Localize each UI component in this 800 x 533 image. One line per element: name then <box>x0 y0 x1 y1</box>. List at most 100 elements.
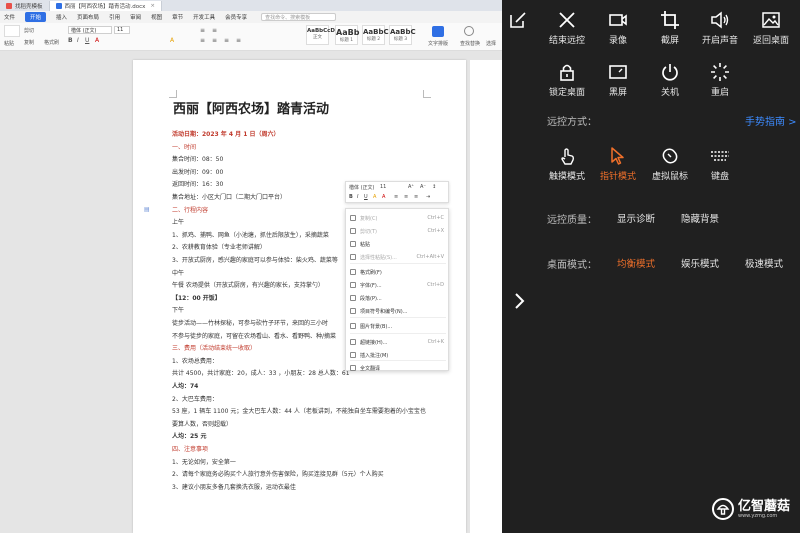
style-name: 标题 3 <box>393 37 408 42</box>
context-menu-item[interactable]: 图片背景(B)... <box>346 321 450 331</box>
tab-template[interactable]: 找稻壳模板 <box>0 1 50 11</box>
shrink-font-icon[interactable]: A⁻ <box>420 184 426 190</box>
grow-font-icon[interactable]: A⁺ <box>408 184 414 190</box>
crop-icon <box>661 11 679 29</box>
watermark-text: 亿智蘑菇 <box>738 498 791 514</box>
style-heading-1[interactable]: AaBb 标题 1 <box>335 25 359 45</box>
keyboard-label: 键盘 <box>710 172 729 182</box>
menu-layout[interactable]: 页面布局 <box>77 13 99 21</box>
context-menu-item[interactable]: 字体(F)... Ctrl+D <box>346 280 450 290</box>
mini-indent-icon[interactable]: ⇥ <box>426 194 430 200</box>
mini-underline-icon[interactable]: U <box>364 194 368 200</box>
menu-references[interactable]: 引用 <box>109 13 120 21</box>
black-screen-label: 黑屏 <box>608 88 627 98</box>
chevron-right-icon[interactable] <box>512 292 526 310</box>
align-left-icon[interactable]: ≡ <box>200 37 205 44</box>
document-line: 中午 <box>172 269 185 277</box>
menu-insert[interactable]: 插入 <box>56 13 67 21</box>
paste-button[interactable]: 粘贴 <box>4 40 14 47</box>
black-screen-button[interactable]: 黑屏 <box>588 62 648 98</box>
format-painter-button[interactable]: 格式刷 <box>44 39 59 46</box>
context-menu-item[interactable]: 剪切(T) Ctrl+X <box>346 226 450 236</box>
quality-label: 远控质量： <box>547 215 597 226</box>
bullet-list-icon[interactable]: ≡ <box>200 27 205 34</box>
style-heading-3[interactable]: AaBbC 标题 3 <box>389 25 416 45</box>
context-menu-item[interactable]: 选择性粘贴(S)... Ctrl+Alt+V <box>346 252 450 262</box>
mini-bold-icon[interactable]: B <box>349 194 353 200</box>
cut-button[interactable]: 剪切 <box>24 27 34 34</box>
font-name-select[interactable]: 楷体 (正文) <box>68 26 112 34</box>
menu-review[interactable]: 审阅 <box>130 13 141 21</box>
tab-document[interactable]: 西丽【阿西农场】踏青活动.docx × <box>49 1 163 11</box>
menu-view[interactable]: 视图 <box>151 13 162 21</box>
context-menu-item[interactable]: 项目符号和编号(N)... <box>346 306 450 316</box>
context-menu: 复制(C) Ctrl+C 剪切(T) Ctrl+X 粘贴 选择性粘贴(S)... Ctrl+… <box>345 208 450 373</box>
mini-align-icon[interactable]: ≡ <box>394 194 398 200</box>
select-button[interactable]: 选择 <box>486 40 496 47</box>
underline-icon[interactable]: U <box>85 37 89 44</box>
template-icon <box>6 3 12 9</box>
speed-mode-option[interactable]: 极速模式 <box>745 256 783 270</box>
font-size-select[interactable]: 11 <box>114 26 130 34</box>
gesture-guide-link[interactable]: 手势指南 > <box>745 113 797 128</box>
mini-bullet-icon[interactable]: ≡ <box>414 194 418 200</box>
command-search-input[interactable]: 查找命令、搜索模板 <box>261 13 337 21</box>
menu-member[interactable]: 会员专享 <box>225 13 247 21</box>
pointer-mode-button[interactable]: 指针模式 <box>588 146 648 182</box>
document-line: 2、请每个家庭务必购买个人旅行意外伤害保险，购买连接见群（5元）个人购买 <box>172 471 384 479</box>
style-heading-2[interactable]: AaBbC 标题 2 <box>362 25 389 45</box>
highlight-icon[interactable]: A <box>170 37 174 44</box>
hide-background-option[interactable]: 隐藏背景 <box>681 211 719 225</box>
document-line: 集合地址：小区大门口（二期大门口平台） <box>172 194 287 201</box>
close-icon[interactable]: × <box>150 3 155 9</box>
bold-icon[interactable]: B <box>68 37 73 44</box>
menu-separator <box>350 317 446 318</box>
edit-icon <box>510 12 526 28</box>
menu-file[interactable]: 文件 <box>4 13 15 21</box>
restart-button[interactable]: 重启 <box>690 62 750 98</box>
text-layout-button[interactable]: 文字排版 <box>428 40 448 47</box>
document-line: 二、行程内容 <box>172 206 209 214</box>
align-right-icon[interactable]: ≡ <box>224 37 229 44</box>
paragraph-handle-icon[interactable]: ▤ <box>144 206 150 213</box>
menu-developer[interactable]: 开发工具 <box>193 13 215 21</box>
context-menu-item[interactable]: 全文翻译 <box>346 363 450 373</box>
context-menu-item[interactable]: 复制(C) Ctrl+C <box>346 213 450 223</box>
power-icon <box>662 64 678 81</box>
lock-icon <box>560 64 574 81</box>
line-spacing-icon[interactable]: ↕ <box>432 184 436 190</box>
mini-highlight-icon[interactable]: A <box>373 194 376 200</box>
mini-font-size[interactable]: 11 <box>380 184 386 190</box>
context-menu-item[interactable]: 格式刷(F) <box>346 267 450 277</box>
menu-item-icon <box>350 323 356 329</box>
align-center-icon[interactable]: ≡ <box>212 37 217 44</box>
style-normal[interactable]: AaBbCcD 正文 <box>306 25 335 45</box>
keyboard-button[interactable]: 键盘 <box>690 146 750 182</box>
find-icon[interactable] <box>464 26 474 36</box>
mini-italic-icon[interactable]: I <box>357 194 358 200</box>
document-line: 1、无论如何，安全第一 <box>172 458 236 466</box>
entertainment-mode-option[interactable]: 娱乐模式 <box>681 256 719 270</box>
menu-chapter[interactable]: 章节 <box>172 13 183 21</box>
justify-icon[interactable]: ≡ <box>236 37 241 44</box>
show-diagnostics-option[interactable]: 显示诊断 <box>617 211 655 225</box>
context-menu-item[interactable]: 插入批注(M) <box>346 350 450 360</box>
balanced-mode-option[interactable]: 均衡模式 <box>617 256 655 270</box>
tab-label: 找稻壳模板 <box>15 4 43 10</box>
find-replace-button[interactable]: 查找替换 <box>460 40 480 47</box>
back-to-desktop-button[interactable]: 返回桌面 <box>741 10 800 46</box>
context-menu-item[interactable]: 超链接(H)... Ctrl+K <box>346 337 450 347</box>
context-menu-item[interactable]: 段落(P)... <box>346 293 450 303</box>
menu-home[interactable]: 开始 <box>25 12 47 22</box>
mini-font-color-icon[interactable]: A <box>382 194 385 200</box>
font-color-icon[interactable]: A <box>95 37 99 44</box>
copy-button[interactable]: 复制 <box>24 39 34 46</box>
italic-icon[interactable]: I <box>77 37 79 44</box>
mini-font-name[interactable]: 楷体 (正文) <box>349 184 375 191</box>
paste-icon[interactable] <box>4 25 20 37</box>
numbered-list-icon[interactable]: ≡ <box>212 27 217 34</box>
record-button[interactable]: 录像 <box>588 10 648 46</box>
watermark-logo: 亿智蘑菇 www.yzmg.com <box>712 498 790 520</box>
mini-list-icon[interactable]: ≡ <box>404 194 408 200</box>
text-layout-icon[interactable] <box>432 26 444 37</box>
